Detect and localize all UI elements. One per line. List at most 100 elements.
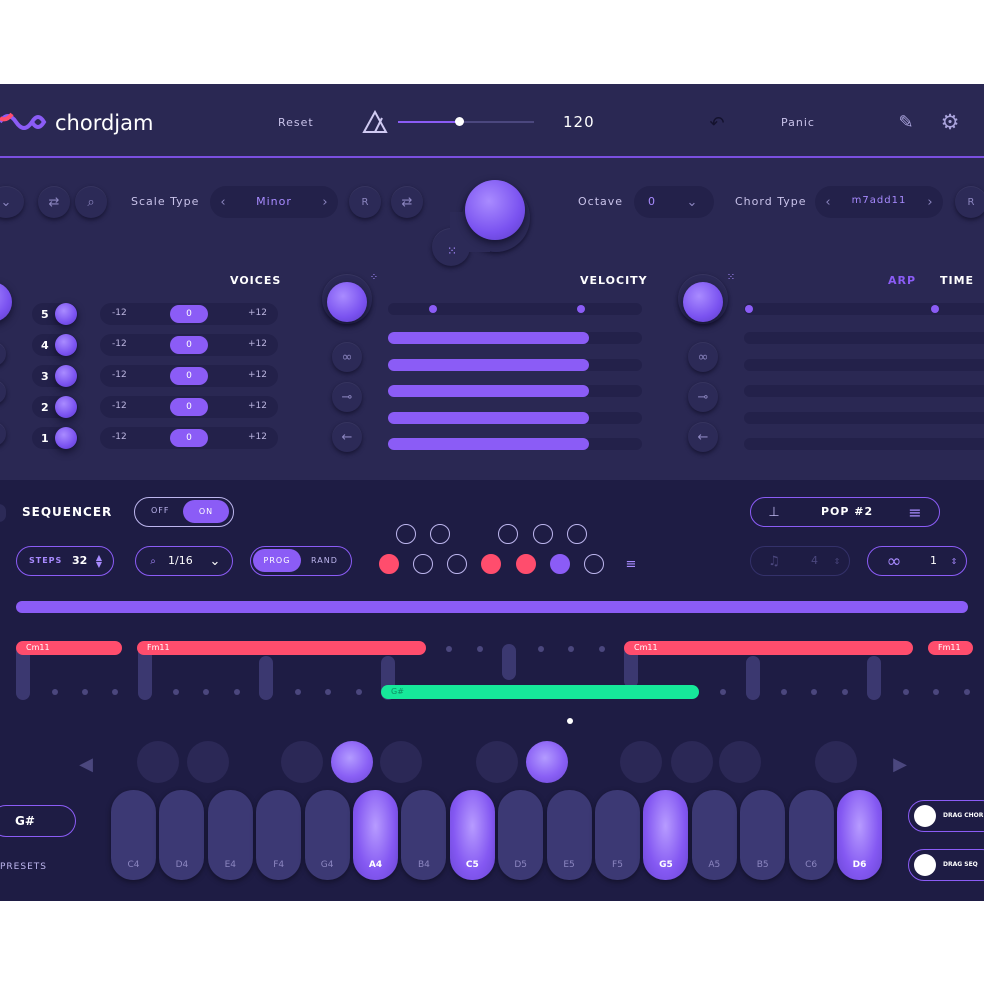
chevron-right-icon[interactable]: ›: [923, 194, 937, 210]
step-dot[interactable]: [903, 689, 909, 695]
velocity-bar[interactable]: [388, 438, 642, 450]
step-dot[interactable]: [964, 689, 970, 695]
piano-key[interactable]: F5: [595, 790, 640, 880]
step-circle[interactable]: [396, 524, 416, 544]
step-circle[interactable]: [481, 554, 501, 574]
key-icon[interactable]: ⊸: [332, 382, 362, 412]
voice-transpose-value[interactable]: 0: [170, 367, 208, 385]
presets-label[interactable]: PRESETS: [0, 862, 47, 872]
step-circle[interactable]: [498, 524, 518, 544]
chord-block[interactable]: Cm11: [624, 641, 913, 655]
step-circle[interactable]: [379, 554, 399, 574]
stepper-icon[interactable]: ⇕: [831, 553, 843, 569]
step-stem[interactable]: [746, 656, 760, 700]
step-circle[interactable]: [447, 554, 467, 574]
step-dot[interactable]: [599, 646, 605, 652]
swap-icon[interactable]: ⇄: [391, 186, 423, 218]
menu-icon[interactable]: ≡: [905, 502, 925, 522]
piano-key[interactable]: C6: [788, 790, 834, 880]
step-dot[interactable]: [781, 689, 787, 695]
main-chord-knob[interactable]: [465, 180, 525, 240]
drag-seq-button[interactable]: DRAG SEQ: [908, 849, 984, 881]
voices-side-button[interactable]: [0, 342, 6, 366]
arp-bar[interactable]: [744, 438, 984, 450]
voice-toggle[interactable]: [55, 427, 77, 449]
voice-toggle[interactable]: [55, 365, 77, 387]
voice-transpose-value[interactable]: 0: [170, 336, 208, 354]
gear-icon[interactable]: ⚙: [938, 110, 962, 134]
chord-pad[interactable]: [137, 741, 179, 783]
chord-pad[interactable]: [620, 741, 662, 783]
voice-transpose-value[interactable]: 0: [170, 429, 208, 447]
step-stem[interactable]: [502, 644, 516, 680]
dice-icon[interactable]: ⁙: [722, 268, 740, 286]
arrow-left-icon[interactable]: ←: [688, 422, 718, 452]
piano-key[interactable]: F4: [256, 790, 302, 880]
dice-icon[interactable]: ⁘: [365, 268, 383, 286]
voices-side-button[interactable]: [0, 380, 6, 404]
step-dot[interactable]: [325, 689, 331, 695]
arrow-left-icon[interactable]: ←: [332, 422, 362, 452]
chord-pad[interactable]: [187, 741, 229, 783]
search-icon[interactable]: ⌕: [75, 186, 107, 218]
chevron-right-icon[interactable]: ▶: [890, 752, 910, 776]
chord-random-button[interactable]: R: [955, 186, 984, 218]
prog-rand-toggle[interactable]: PROG RAND: [250, 546, 352, 576]
velocity-range-slider[interactable]: [388, 303, 642, 315]
voice-toggle[interactable]: [55, 396, 77, 418]
step-dot[interactable]: [52, 689, 58, 695]
step-circle[interactable]: [430, 524, 450, 544]
step-dot[interactable]: [477, 646, 483, 652]
voice-transpose-slider[interactable]: -12 0 +12: [100, 334, 278, 356]
chord-block[interactable]: Fm11: [137, 641, 426, 655]
loop-control[interactable]: ∞ 1 ⇕: [867, 546, 967, 576]
velocity-knob[interactable]: [327, 282, 367, 322]
arp-range-slider[interactable]: [744, 303, 984, 315]
arp-bar[interactable]: [744, 359, 984, 371]
panic-button[interactable]: Panic: [781, 116, 815, 129]
step-dot[interactable]: [173, 689, 179, 695]
piano-key[interactable]: E5: [546, 790, 592, 880]
metronome-icon[interactable]: [362, 110, 388, 134]
preset-selector[interactable]: ⊥ POP #2 ≡: [750, 497, 940, 527]
chord-pad[interactable]: [476, 741, 518, 783]
chord-block[interactable]: Cm11: [16, 641, 122, 655]
swap-icon[interactable]: ⇄: [38, 186, 70, 218]
step-dot[interactable]: [933, 689, 939, 695]
piano-key[interactable]: B5: [740, 790, 786, 880]
voice-transpose-value[interactable]: 0: [170, 305, 208, 323]
chord-pad[interactable]: [526, 741, 568, 783]
chord-pad[interactable]: [281, 741, 323, 783]
velocity-bar[interactable]: [388, 358, 642, 371]
voice-transpose-slider[interactable]: -12 0 +12: [100, 396, 278, 418]
velocity-bar[interactable]: [388, 385, 642, 397]
rand-option[interactable]: RAND: [311, 556, 338, 565]
arp-tab[interactable]: ARP: [888, 274, 916, 287]
voice-toggle[interactable]: [55, 334, 77, 356]
step-stem[interactable]: [259, 656, 273, 700]
stepper-icon[interactable]: ▲ ▼: [93, 553, 105, 569]
step-circle[interactable]: [413, 554, 433, 574]
chord-block[interactable]: Fm11: [928, 641, 973, 655]
reset-button[interactable]: Reset: [278, 116, 314, 129]
menu-icon[interactable]: ≡: [623, 556, 639, 572]
drag-chord-button[interactable]: DRAG CHOR: [908, 800, 984, 832]
piano-key[interactable]: G5: [643, 790, 689, 880]
step-dot[interactable]: [568, 646, 574, 652]
stepper-icon[interactable]: ⇕: [948, 553, 960, 569]
step-dot[interactable]: [82, 689, 88, 695]
on-option[interactable]: ON: [183, 500, 229, 523]
voice-transpose-slider[interactable]: -12 0 +12: [100, 303, 278, 325]
undo-icon[interactable]: ↶: [705, 113, 729, 134]
quantize-select[interactable]: ⌕ 1/16 ⌄: [135, 546, 233, 576]
step-dot[interactable]: [538, 646, 544, 652]
piano-key[interactable]: A5: [691, 790, 737, 880]
voice-toggle[interactable]: [55, 303, 77, 325]
octave-selector[interactable]: 0 ⌄: [634, 186, 714, 218]
step-dot[interactable]: [203, 689, 209, 695]
voice-transpose-slider[interactable]: -12 0 +12: [100, 427, 278, 449]
chevron-down-icon[interactable]: ⌄: [206, 551, 224, 571]
voice-transpose-value[interactable]: 0: [170, 398, 208, 416]
piano-key[interactable]: C4: [111, 790, 156, 880]
chord-pad[interactable]: [719, 741, 761, 783]
